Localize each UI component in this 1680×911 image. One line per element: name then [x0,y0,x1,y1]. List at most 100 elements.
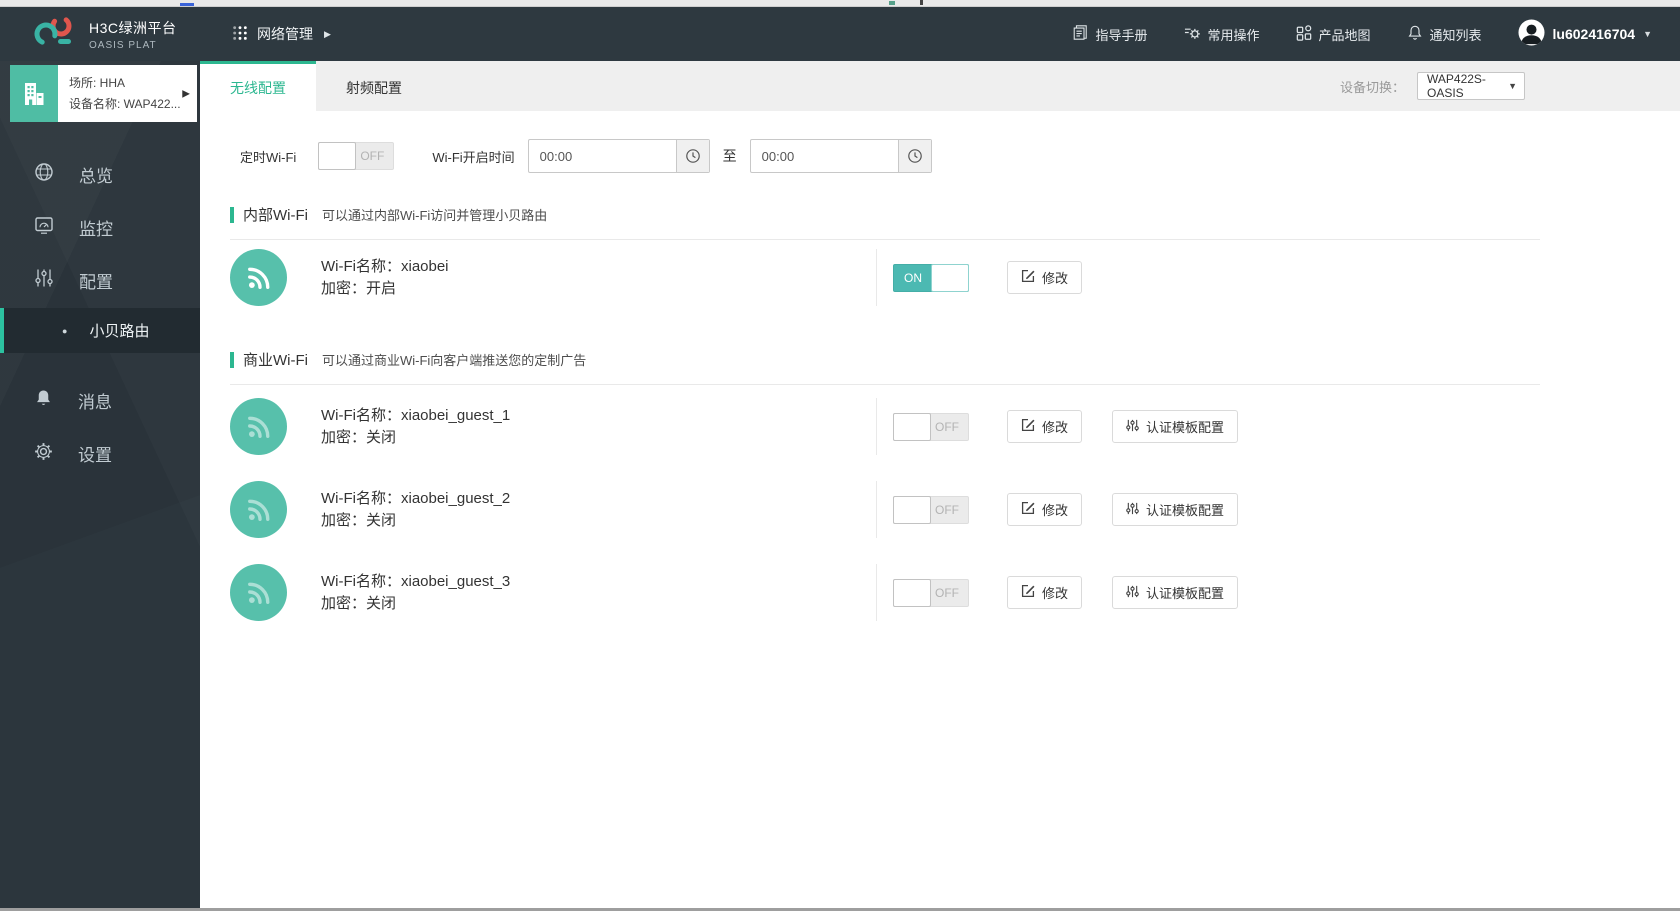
wifi-guest-icon [230,481,287,538]
auth-template-label: 认证模板配置 [1146,420,1225,435]
sidebar-item-xiaobei-router[interactable]: ● 小贝路由 [0,308,200,353]
wifi-name-label: Wi-Fi名称： [321,572,401,590]
toggle-state-label: ON [904,270,922,285]
manual-button[interactable]: 指导手册 [1072,24,1148,44]
device-switch: 设备切换： WAP422S-OASIS ▼ [1340,61,1680,111]
encryption-value: 关闭 [366,511,397,529]
edit-icon [1021,269,1035,286]
modify-button[interactable]: 修改 [1007,576,1083,609]
building-icon [10,65,58,122]
caret-down-icon: ▼ [1643,29,1652,39]
time-end-input[interactable] [750,140,898,172]
auth-template-config-button[interactable]: 认证模板配置 [1112,576,1239,609]
wifi-row-text: Wi-Fi名称：xiaobei_guest_1 加密：关闭 [321,405,510,449]
tab-wireless-config[interactable]: 无线配置 [200,61,316,111]
sidebar-item-label: 总览 [79,167,113,186]
section-title: 商业Wi-Fi [243,352,308,369]
time-start-group [527,139,710,173]
browser-tab-indicator [180,3,194,6]
product-map-button[interactable]: 产品地图 [1296,24,1371,44]
section-description: 可以通过内部Wi-Fi访问并管理小贝路由 [321,208,548,223]
bullet-icon: ● [62,325,68,336]
common-operations-button[interactable]: 常用操作 [1184,24,1260,44]
sliders-icon [34,268,54,293]
product-map-icon [1296,24,1312,44]
wifi-schedule-row: 定时Wi-Fi OFF Wi-Fi开启时间 至 [240,139,1540,173]
notification-list-label: 通知列表 [1429,27,1482,43]
globe-icon [34,162,54,187]
menu-gap [0,353,200,374]
sidebar-item-settings[interactable]: 设置 [0,427,200,480]
screen: H3C绿洲平台 OASIS PLAT 网络管理 ▶ 指导手册 常用操作 产品地图… [0,0,1680,911]
auth-template-label: 认证模板配置 [1146,503,1225,518]
sidebar: 场所: HHA 设备名称: WAP422... ▶ 总览 监控 配置 ● 小贝路… [0,61,200,910]
modify-button[interactable]: 修改 [1007,261,1083,294]
operations-gear-icon [1184,24,1201,44]
wifi-row-info: Wi-Fi名称：xiaobei 加密：开启 [230,249,876,306]
modify-button[interactable]: 修改 [1007,410,1083,443]
wifi-row-controls: OFF 修改 认证模板配置 [893,493,1239,526]
header-actions: 指导手册 常用操作 产品地图 通知列表 lu602416704 ▼ [1072,19,1680,49]
sidebar-item-monitor[interactable]: 监控 [0,201,200,254]
encryption-label: 加密： [321,428,367,446]
sidebar-item-label: 设置 [78,446,112,465]
wifi-enable-toggle[interactable]: OFF [893,495,969,524]
toggle-handle [893,578,931,607]
username: lu602416704 [1552,26,1636,42]
toggle-handle [893,412,931,441]
device-switch-select[interactable]: WAP422S-OASIS ▼ [1417,72,1525,100]
user-menu[interactable]: lu602416704 ▼ [1518,19,1652,49]
toggle-handle [931,263,969,292]
sliders-icon [1126,502,1139,518]
encryption-label: 加密： [321,511,367,529]
clock-icon[interactable] [897,140,931,172]
wifi-row-text: Wi-Fi名称：xiaobei_guest_2 加密：关闭 [321,488,510,532]
toggle-handle [318,142,357,170]
caret-right-icon: ▶ [324,28,331,39]
divider [876,398,877,455]
clock-icon[interactable] [675,140,709,172]
nav-network-management[interactable]: 网络管理 ▶ [232,24,331,44]
to-label: 至 [722,148,737,164]
wifi-row-guest-3: Wi-Fi名称：xiaobei_guest_3 加密：关闭 OFF 修改 认证模… [230,551,1540,634]
caret-right-icon: ▶ [182,88,190,99]
wifi-name-value: xiaobei_guest_1 [400,406,511,424]
gear-icon [34,442,53,466]
wifi-enable-toggle[interactable]: OFF [893,578,969,607]
time-start-input[interactable] [528,140,676,172]
wifi-name-label: Wi-Fi名称： [321,406,401,424]
schedule-wifi-toggle[interactable]: OFF [318,142,395,170]
brand-subtitle: OASIS PLAT [89,39,157,51]
sidebar-item-label: 小贝路由 [89,323,150,340]
device-card[interactable]: 场所: HHA 设备名称: WAP422... ▶ [10,65,197,122]
encryption-label: 加密： [321,279,367,297]
monitor-icon [34,215,54,240]
modify-label: 修改 [1042,420,1069,435]
brand-logo[interactable]: H3C绿洲平台 OASIS PLAT [0,15,210,54]
encryption-value: 开启 [366,279,397,297]
sliders-icon [1126,585,1139,601]
nav-label: 网络管理 [257,26,313,42]
wifi-row-guest-1: Wi-Fi名称：xiaobei_guest_1 加密：关闭 OFF 修改 认证模… [230,385,1540,468]
edit-icon [1021,418,1035,435]
brand-text: H3C绿洲平台 OASIS PLAT [89,18,177,51]
wifi-name-value: xiaobei [400,257,449,275]
toggle-state-label: OFF [935,585,959,600]
site-label: 场所: HHA [69,75,126,90]
commercial-wifi-section-header: 商业Wi-Fi 可以通过商业Wi-Fi向客户端推送您的定制广告 [230,349,1540,370]
sidebar-item-messages[interactable]: 消息 [0,374,200,427]
bell-icon [34,388,53,413]
sidebar-item-overview[interactable]: 总览 [0,148,200,201]
auth-template-config-button[interactable]: 认证模板配置 [1112,493,1239,526]
wifi-name-label: Wi-Fi名称： [321,257,401,275]
modify-button[interactable]: 修改 [1007,493,1083,526]
sidebar-item-config[interactable]: 配置 [0,254,200,307]
wifi-row-text: Wi-Fi名称：xiaobei_guest_3 加密：关闭 [321,571,510,615]
auth-template-config-button[interactable]: 认证模板配置 [1112,410,1239,443]
tab-radio-config[interactable]: 射频配置 [316,61,432,111]
sidebar-menu: 总览 监控 配置 ● 小贝路由 消息 设置 [0,148,200,480]
wireless-config-content: 定时Wi-Fi OFF Wi-Fi开启时间 至 [200,111,1680,910]
wifi-enable-toggle[interactable]: ON [893,263,969,292]
wifi-enable-toggle[interactable]: OFF [893,412,969,441]
notification-list-button[interactable]: 通知列表 [1407,24,1482,44]
